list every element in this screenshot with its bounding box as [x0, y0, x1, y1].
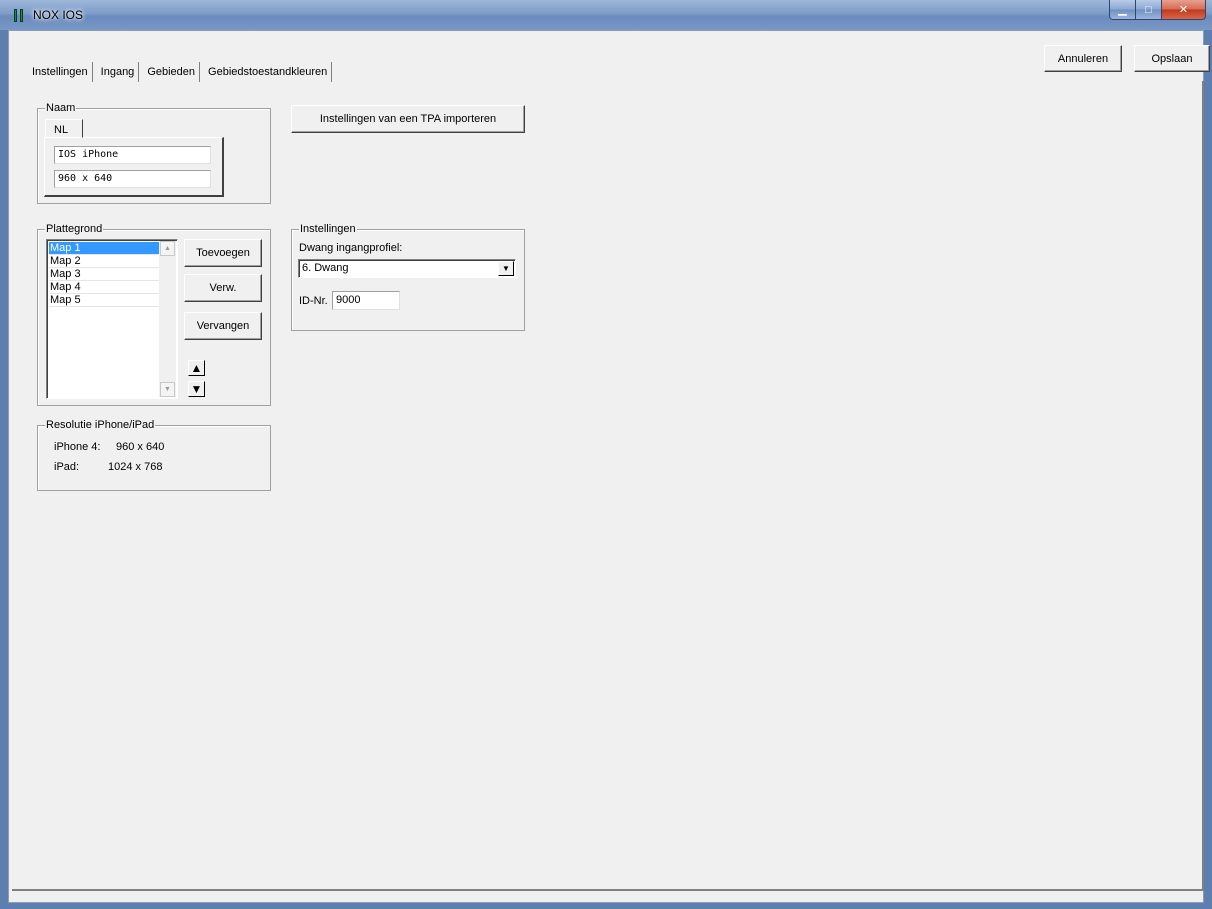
scroll-down-icon[interactable]: ▼ [160, 382, 175, 397]
app-window: NOX IOS ▁ □ ✕ Annuleren Opslaan Instelli… [0, 0, 1212, 909]
list-item[interactable]: Map 5 [49, 294, 160, 307]
name-line2-input[interactable]: 960 x 640 [54, 170, 211, 188]
name-line1-input[interactable]: IOS iPhone [54, 146, 211, 164]
list-item[interactable]: Map 2 [49, 255, 160, 268]
list-item[interactable]: Map 1 [49, 242, 160, 255]
tab-gebieden[interactable]: Gebieden [143, 62, 201, 82]
window-controls: ▁ □ ✕ [1109, 0, 1206, 20]
minimize-icon[interactable]: ▁ [1109, 0, 1136, 20]
naam-legend: Naam [45, 102, 77, 114]
tab-gebiedstoestandkleuren[interactable]: Gebiedstoestandkleuren [204, 62, 333, 82]
list-item[interactable]: Map 3 [49, 268, 160, 281]
map-list-items: Map 1 Map 2 Map 3 Map 4 Map 5 [49, 242, 160, 307]
move-up-icon[interactable]: ▲ [188, 360, 205, 376]
replace-map-button[interactable]: Vervangen [184, 312, 262, 340]
import-tpa-button[interactable]: Instellingen van een TPA importeren [291, 105, 525, 133]
cancel-button[interactable]: Annuleren [1044, 45, 1122, 72]
close-icon[interactable]: ✕ [1162, 0, 1206, 20]
dwang-select-value: 6. Dwang [302, 262, 349, 274]
chevron-down-icon[interactable]: ▼ [498, 261, 514, 276]
save-button[interactable]: Opslaan [1134, 45, 1210, 72]
title-bar[interactable]: NOX IOS ▁ □ ✕ [0, 0, 1212, 30]
id-input[interactable]: 9000 [332, 291, 400, 310]
id-label: ID-Nr. [299, 295, 328, 307]
list-item[interactable]: Map 4 [49, 281, 160, 294]
add-map-button[interactable]: Toevoegen [184, 239, 262, 267]
tab-strip: Instellingen Ingang Gebieden Gebiedstoes… [12, 62, 336, 82]
dwang-select[interactable]: 6. Dwang ▼ [298, 259, 516, 278]
map-list[interactable]: Map 1 Map 2 Map 3 Map 4 Map 5 ▲ ▼ [46, 239, 178, 399]
language-tab-nl[interactable]: NL [45, 119, 83, 138]
window-title: NOX IOS [33, 8, 84, 22]
iphone-label: iPhone 4: [54, 441, 101, 453]
remove-map-button[interactable]: Verw. [184, 274, 262, 302]
ipad-resolution: 1024 x 768 [108, 461, 163, 473]
instellingen-legend: Instellingen [299, 223, 357, 235]
tab-instellingen[interactable]: Instellingen [12, 62, 93, 82]
resolutie-group: Resolutie iPhone/iPad [37, 419, 271, 491]
move-down-icon[interactable]: ▼ [188, 381, 205, 397]
map-list-scrollbar[interactable]: ▲ ▼ [159, 241, 176, 397]
tab-ingang[interactable]: Ingang [97, 62, 140, 82]
plattegrond-legend: Plattegrond [45, 223, 104, 235]
scroll-up-icon[interactable]: ▲ [160, 241, 175, 256]
maximize-icon[interactable]: □ [1136, 0, 1162, 20]
app-icon [14, 9, 28, 22]
resolutie-legend: Resolutie iPhone/iPad [45, 419, 156, 431]
iphone-resolution: 960 x 640 [116, 441, 165, 453]
ipad-label: iPad: [54, 461, 80, 473]
dwang-label: Dwang ingangprofiel: [299, 242, 403, 254]
